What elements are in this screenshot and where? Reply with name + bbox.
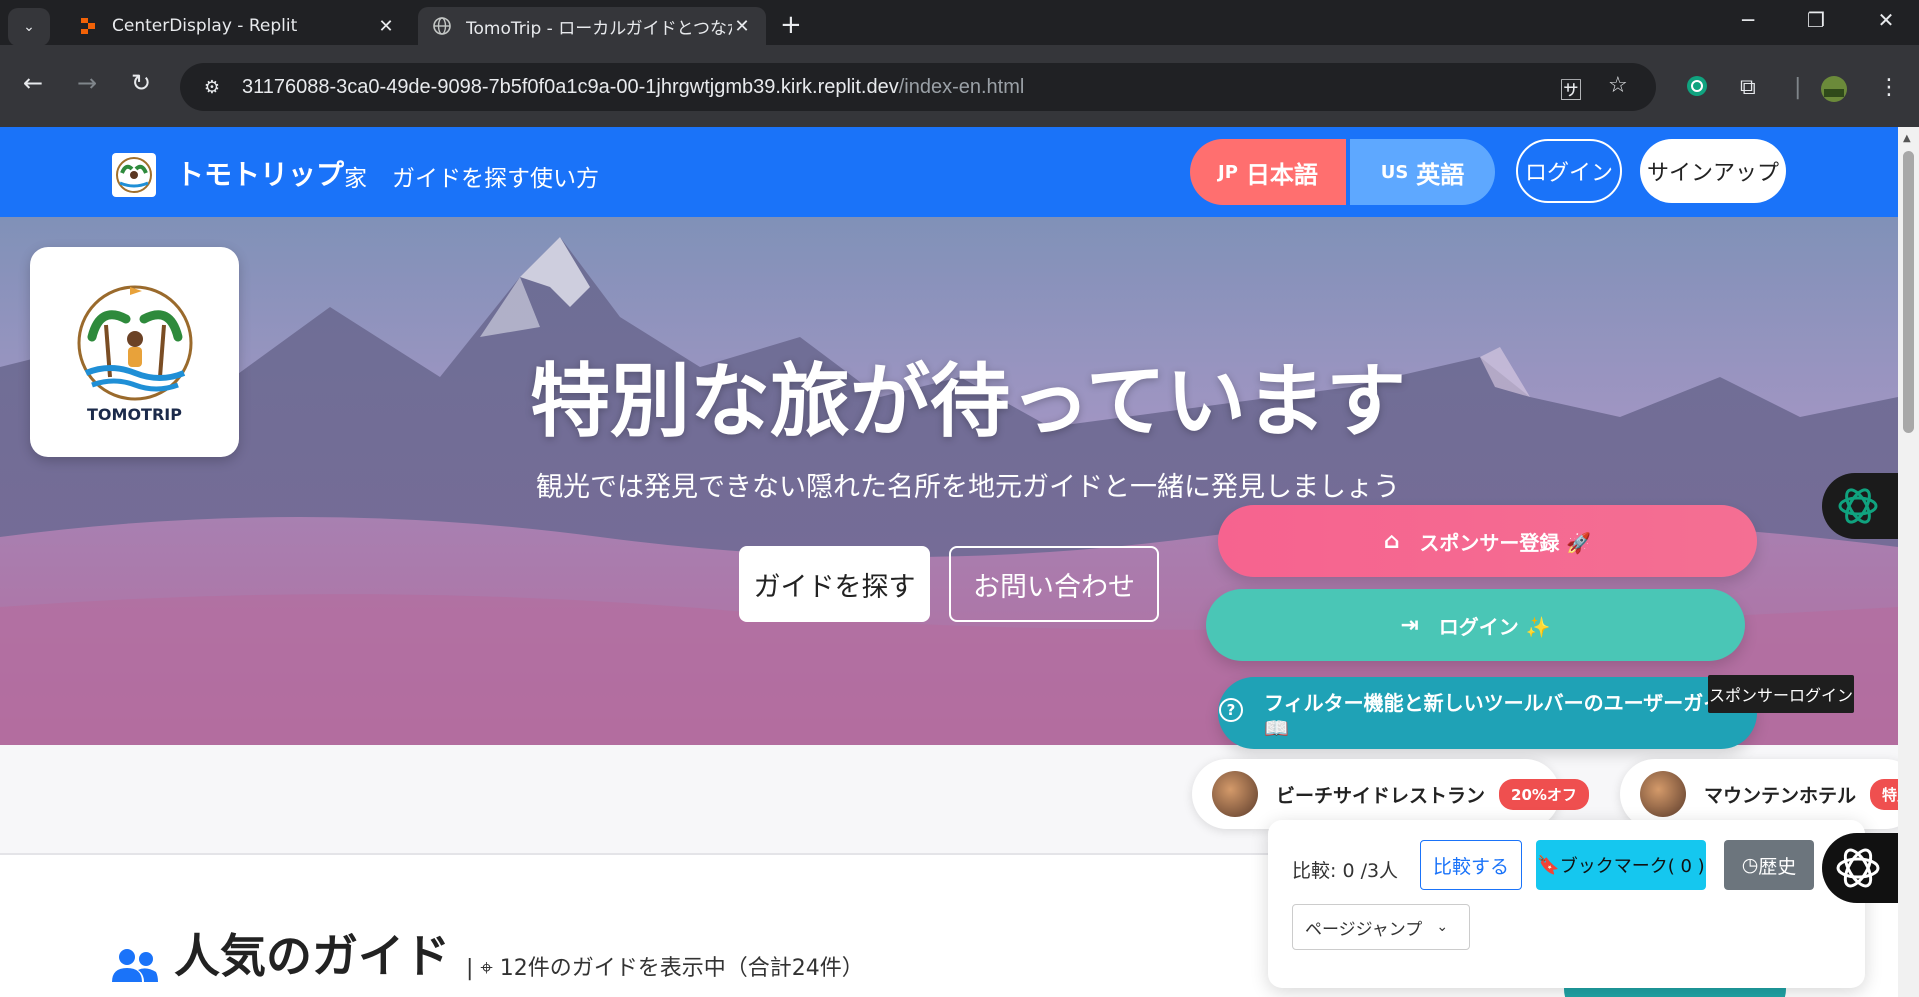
chevron-down-icon: ⌄ xyxy=(1436,919,1449,935)
question-circle-icon: ? xyxy=(1218,697,1244,729)
lang-code-us: US xyxy=(1380,161,1409,183)
deal-name: ビーチサイドレストラン xyxy=(1276,784,1486,807)
sign-in-icon: ⇥ xyxy=(1400,612,1419,638)
globe-icon xyxy=(432,16,452,36)
contact-button[interactable]: お問い合わせ xyxy=(949,546,1159,622)
popular-guides-count: | ⌖ 12件のガイドを表示中（合計24件） xyxy=(466,956,864,981)
deal-name: マウンテンホテル xyxy=(1704,784,1857,807)
popular-guides-title: 人気のガイド xyxy=(174,929,450,983)
back-arrow-icon[interactable]: ← xyxy=(16,69,50,97)
web-page: トモトリップ 家 ガイドを探す 使い方 JP 日本語 US 英語 ログイン サイ… xyxy=(0,127,1898,997)
bookmark-button[interactable]: 🔖 ブックマーク( 0 ) xyxy=(1536,840,1706,890)
reload-icon[interactable]: ↻ xyxy=(124,69,158,97)
sponsor-register-label: スポンサー登録 🚀 xyxy=(1419,530,1592,555)
svg-text:?: ? xyxy=(1227,701,1236,719)
compare-toolbar-panel: 比較: 0 /3人 比較する 🔖 ブックマーク( 0 ) ◷ 歴史 ページジャン… xyxy=(1268,820,1865,988)
brand-name[interactable]: トモトリップ xyxy=(176,153,344,193)
tab-search-button[interactable]: ⌄ xyxy=(8,8,50,46)
replit-favicon-icon xyxy=(78,16,98,36)
sponsor-login-tooltip: スポンサーログイン xyxy=(1708,675,1854,713)
compare-count: 比較: 0 /3人 xyxy=(1292,860,1399,882)
compare-button[interactable]: 比較する xyxy=(1420,840,1522,890)
translate-icon[interactable]: 🈂 xyxy=(1560,73,1582,105)
popular-guides-heading: 人気のガイド | ⌖ 12件のガイドを表示中（合計24件） xyxy=(110,920,864,986)
deal-thumbnail xyxy=(1212,771,1258,817)
map-pin-icon: ⌖ xyxy=(473,956,500,981)
floating-login-button[interactable]: ⇥ ログイン ✨ xyxy=(1206,589,1745,661)
scroll-up-arrow-icon[interactable]: ▲ xyxy=(1903,133,1911,144)
chevron-down-icon: ⌄ xyxy=(23,19,35,35)
openai-logo-icon xyxy=(1838,488,1878,524)
lang-japanese-button[interactable]: JP 日本語 xyxy=(1190,139,1346,205)
store-icon: ⌂ xyxy=(1383,528,1400,554)
browser-toolbar: ← → ↻ ⚙ 31176088-3ca0-49de-9098-7b5f0f0a… xyxy=(0,45,1919,127)
nav-find-guides-link[interactable]: ガイドを探す xyxy=(392,159,530,193)
bookmark-icon: 🔖 xyxy=(1537,854,1560,876)
page-jump-label: ページジャンプ xyxy=(1305,919,1423,940)
scrollbar-thumb[interactable] xyxy=(1903,151,1914,433)
site-header: トモトリップ 家 ガイドを探す 使い方 JP 日本語 US 英語 ログイン サイ… xyxy=(0,127,1898,217)
lang-label-jp: 日本語 xyxy=(1245,160,1318,189)
clock-icon: ◷ xyxy=(1741,854,1759,876)
user-guide-label: フィルター機能と新しいツールバーのユーザーガイド 📖 xyxy=(1264,690,1744,740)
page-jump-select[interactable]: ページジャンプ ⌄ xyxy=(1292,904,1470,950)
tab-title: TomoTrip - ローカルガイドとつながる xyxy=(466,18,732,39)
history-label: 歴史 xyxy=(1758,855,1797,878)
close-tab-icon[interactable]: ✕ xyxy=(732,16,752,37)
header-login-button[interactable]: ログイン xyxy=(1516,139,1622,203)
deal-badge: 20%オフ xyxy=(1499,778,1589,810)
toolbar-divider: | xyxy=(1794,75,1802,100)
deal-thumbnail xyxy=(1640,771,1686,817)
nav-how-to-use-link[interactable]: 使い方 xyxy=(530,159,599,193)
deal-card[interactable]: ビーチサイドレストラン 20%オフ xyxy=(1192,759,1589,829)
hero-subtitle: 観光では発見できない隠れた名所を地元ガイドと一緒に発見しましょう xyxy=(536,472,1400,503)
browser-tab-tomotrip[interactable]: TomoTrip - ローカルガイドとつながる ✕ xyxy=(418,7,766,45)
hero-title: 特別な旅が待っています xyxy=(530,355,1406,448)
bookmark-label: ブックマーク( 0 ) xyxy=(1559,856,1705,877)
sponsor-register-button[interactable]: ⌂ スポンサー登録 🚀 xyxy=(1218,505,1757,577)
lang-english-button[interactable]: US 英語 xyxy=(1350,139,1495,205)
ai-assistant-side-button[interactable] xyxy=(1822,833,1898,903)
profile-avatar[interactable] xyxy=(1820,75,1848,109)
lang-label-us: 英語 xyxy=(1416,160,1465,189)
new-tab-plus-icon[interactable]: + xyxy=(780,10,802,40)
header-signup-button[interactable]: サインアップ xyxy=(1640,139,1786,203)
extensions-puzzle-icon[interactable]: ⧉ xyxy=(1740,75,1756,100)
site-logo[interactable] xyxy=(112,153,156,197)
address-url: 31176088-3ca0-49de-9098-7b5f0f0a1c9a-00-… xyxy=(242,75,1025,98)
floating-login-label: ログイン ✨ xyxy=(1438,614,1551,639)
users-icon xyxy=(112,949,158,982)
lang-code-jp: JP xyxy=(1218,161,1238,183)
forward-arrow-icon[interactable]: → xyxy=(70,69,104,97)
close-tab-icon[interactable]: ✕ xyxy=(376,16,396,37)
page-scrollbar[interactable]: ▲ xyxy=(1898,127,1919,997)
restore-window-icon[interactable]: ❐ xyxy=(1796,8,1836,32)
find-guides-button[interactable]: ガイドを探す xyxy=(739,546,930,622)
deal-card[interactable]: マウンテンホテル 特別価 xyxy=(1620,759,1898,829)
user-guide-button[interactable]: ? フィルター機能と新しいツールバーのユーザーガイド 📖 xyxy=(1218,677,1757,749)
hero-section: TOMOTRIP 特別な旅が待っています 観光では発見できない隠れた名所を地元ガ… xyxy=(0,217,1898,745)
chatgpt-side-button[interactable] xyxy=(1822,473,1898,539)
history-button[interactable]: ◷ 歴史 xyxy=(1724,840,1814,890)
chatgpt-extension-icon[interactable] xyxy=(1686,75,1708,103)
site-info-icon[interactable]: ⚙ xyxy=(190,77,234,98)
browser-menu-icon[interactable]: ⋮ xyxy=(1878,75,1900,100)
tab-title: CenterDisplay - Replit xyxy=(112,16,298,36)
close-window-icon[interactable]: ✕ xyxy=(1866,8,1906,32)
browser-tab-strip: ⌄ CenterDisplay - Replit ✕ TomoTrip - ロー… xyxy=(0,0,1919,46)
browser-tab-replit[interactable]: CenterDisplay - Replit ✕ xyxy=(64,7,410,45)
bookmark-star-icon[interactable]: ☆ xyxy=(1608,73,1628,98)
minimize-window-icon[interactable]: ─ xyxy=(1728,8,1768,32)
openai-logo-icon xyxy=(1836,848,1880,888)
address-bar[interactable]: ⚙ 31176088-3ca0-49de-9098-7b5f0f0a1c9a-0… xyxy=(180,63,1656,111)
deal-badge: 特別価 xyxy=(1870,778,1898,810)
nav-home-link[interactable]: 家 xyxy=(344,159,367,193)
